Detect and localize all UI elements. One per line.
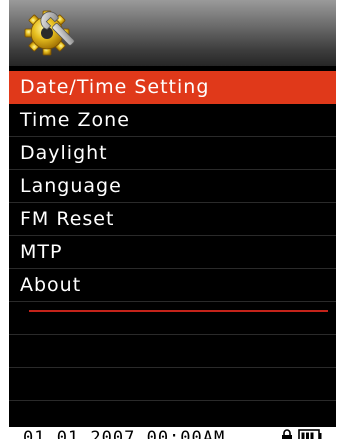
menu-item-about[interactable]: About — [9, 269, 336, 302]
battery-icon — [298, 429, 322, 439]
menu-item-language[interactable]: Language — [9, 170, 336, 203]
settings-menu: Date/Time Setting Time Zone Daylight Lan… — [9, 71, 336, 434]
scroll-divider — [29, 310, 328, 312]
gear-wrench-icon — [24, 10, 75, 56]
menu-item-label: Language — [20, 175, 122, 197]
status-bar: 01.01.2007 00:00AM — [9, 427, 336, 439]
menu-item-label: Date/Time Setting — [20, 76, 210, 98]
empty-row — [9, 302, 336, 335]
menu-item-mtp[interactable]: MTP — [9, 236, 336, 269]
lock-icon — [282, 429, 292, 439]
menu-item-label: FM Reset — [20, 208, 115, 230]
menu-item-label: Time Zone — [20, 109, 130, 131]
menu-item-date-time-setting[interactable]: Date/Time Setting — [9, 71, 336, 104]
menu-item-time-zone[interactable]: Time Zone — [9, 104, 336, 137]
empty-row — [9, 368, 336, 401]
settings-header — [9, 0, 336, 66]
empty-row — [9, 335, 336, 368]
status-datetime: 01.01.2007 00:00AM — [23, 428, 226, 439]
menu-item-fm-reset[interactable]: FM Reset — [9, 203, 336, 236]
device-screen: Date/Time Setting Time Zone Daylight Lan… — [9, 0, 336, 439]
menu-item-label: MTP — [20, 241, 63, 263]
menu-item-daylight[interactable]: Daylight — [9, 137, 336, 170]
menu-item-label: Daylight — [20, 142, 108, 164]
menu-item-label: About — [20, 274, 82, 296]
